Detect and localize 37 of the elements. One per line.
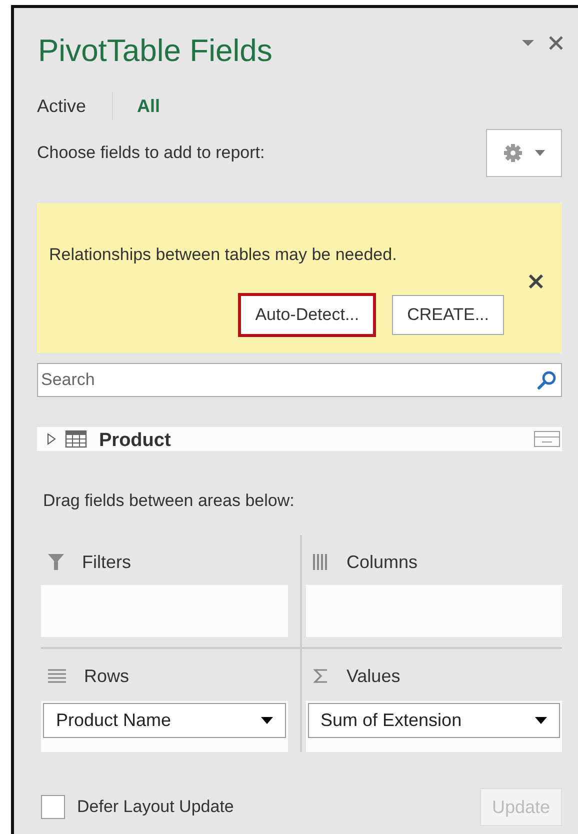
drop-area[interactable]: Sum of Extension xyxy=(306,701,562,752)
caret-icon xyxy=(535,717,547,724)
columns-icon xyxy=(312,554,328,570)
close-icon[interactable] xyxy=(548,35,564,51)
field-dropdown[interactable]: Sum of Extension xyxy=(308,703,560,738)
dropdown-icon[interactable] xyxy=(522,39,534,47)
tab[interactable]: All xyxy=(137,96,162,116)
pane-title: PivotTable Fields xyxy=(38,33,272,69)
caret-icon xyxy=(260,717,272,724)
area-label: Columns xyxy=(346,552,418,572)
field-dropdown[interactable]: Product Name xyxy=(43,703,286,738)
rows-icon xyxy=(48,669,66,683)
settings-button[interactable] xyxy=(486,129,562,177)
filter-icon xyxy=(48,554,64,570)
close-icon[interactable]: × xyxy=(526,267,546,295)
expand-icon[interactable] xyxy=(47,433,57,445)
banner-message: Relationships between tables may be needed. xyxy=(49,245,397,264)
field-options-icon[interactable] xyxy=(534,431,560,447)
table-icon xyxy=(65,430,87,448)
search-field[interactable]: Search xyxy=(37,363,562,397)
area-label: Filters xyxy=(82,552,131,572)
instruction-text: Choose fields to add to report: xyxy=(37,143,265,163)
instruction-text: Drag fields between areas below: xyxy=(43,491,294,510)
table-name: Product xyxy=(99,430,171,451)
settings-icon xyxy=(503,143,523,163)
drop-area[interactable]: Product Name xyxy=(41,701,288,752)
banner-button[interactable]: CREATE... xyxy=(392,295,504,335)
checkbox-label: Defer Layout Update xyxy=(77,797,234,817)
caret-icon xyxy=(535,150,545,156)
area-label: Rows xyxy=(84,666,130,686)
banner-button[interactable]: Auto-Detect... xyxy=(238,293,376,337)
tab[interactable]: Active xyxy=(37,96,88,116)
area-label: Values xyxy=(346,666,400,686)
sigma-icon xyxy=(312,668,328,684)
table-list-item[interactable]: Product xyxy=(37,427,562,451)
search-icon xyxy=(537,370,557,390)
checkbox[interactable] xyxy=(41,795,65,819)
